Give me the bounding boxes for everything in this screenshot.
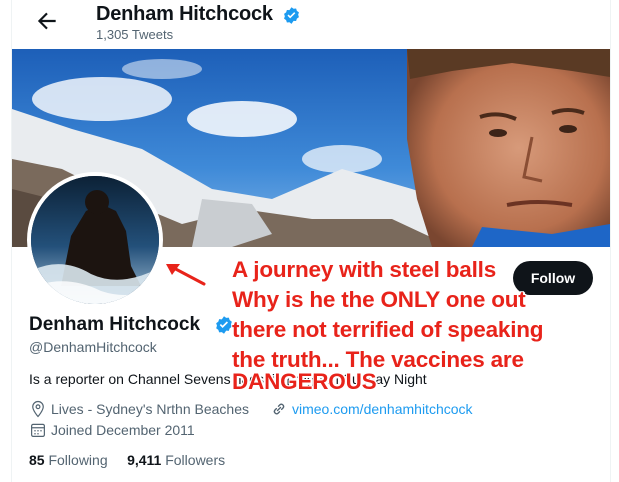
annotation-arrow-icon bbox=[166, 264, 206, 286]
verified-badge-icon bbox=[282, 6, 301, 30]
annotation-overlay: A journey with steel balls Why is he the… bbox=[232, 255, 612, 397]
profile-handle: @DenhamHitchcock bbox=[29, 339, 157, 355]
link-icon bbox=[273, 403, 285, 415]
joined-text: Joined December 2011 bbox=[51, 422, 195, 438]
followers-link[interactable]: 9,411 Followers bbox=[127, 452, 225, 468]
followers-label: Followers bbox=[165, 452, 226, 468]
right-border bbox=[610, 0, 611, 482]
joined-row: Joined December 2011 bbox=[29, 421, 195, 439]
website-row[interactable]: vimeo.com/denhamhitchcock bbox=[270, 400, 473, 418]
tweet-count: 1,305 Tweets bbox=[96, 27, 174, 42]
location-text: Lives - Sydney's Nrthn Beaches bbox=[51, 401, 249, 417]
back-button[interactable] bbox=[34, 8, 60, 34]
annotation-line: A journey with steel balls bbox=[232, 257, 497, 282]
back-arrow-icon bbox=[37, 12, 56, 30]
annotation-line: there not terrified of speaking bbox=[232, 317, 544, 342]
following-count: 85 bbox=[29, 452, 45, 468]
calendar-icon bbox=[31, 423, 45, 437]
website-link[interactable]: vimeo.com/denhamhitchcock bbox=[292, 401, 473, 417]
header-name: Denham Hitchcock bbox=[96, 3, 273, 25]
location-row: Lives - Sydney's Nrthn Beaches bbox=[29, 400, 249, 418]
profile-header: Denham Hitchcock 1,305 Tweets bbox=[12, 0, 610, 49]
verified-badge-icon bbox=[214, 315, 234, 340]
profile-name: Denham Hitchcock bbox=[29, 314, 201, 335]
annotation-line: Why is he the ONLY one out bbox=[232, 287, 526, 312]
location-pin-icon bbox=[32, 400, 44, 418]
following-link[interactable]: 85 Following bbox=[29, 452, 108, 468]
follow-stats: 85 Following 9,411 Followers bbox=[29, 452, 225, 468]
profile-avatar[interactable] bbox=[27, 172, 163, 308]
following-label: Following bbox=[48, 452, 108, 468]
followers-count: 9,411 bbox=[127, 452, 162, 468]
